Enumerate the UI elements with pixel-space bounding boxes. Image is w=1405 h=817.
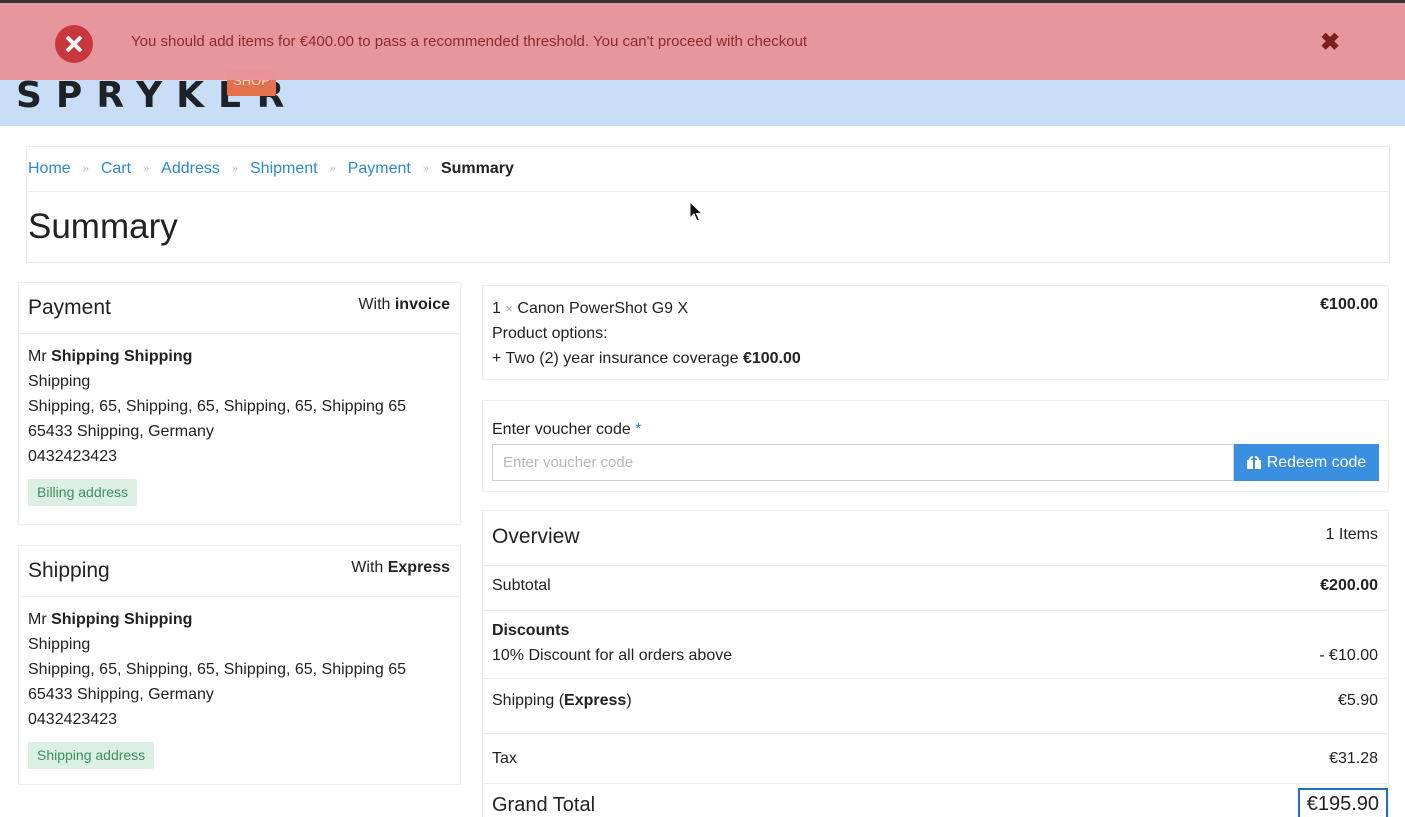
item-quantity: 1 (492, 300, 501, 317)
address-line: Shipping, 65, Shipping, 65, Shipping, 65… (28, 398, 407, 415)
tax-label: Tax (492, 750, 517, 767)
salutation: Mr (28, 348, 47, 365)
close-icon[interactable]: ✖ (1320, 28, 1340, 57)
voucher-input[interactable] (492, 444, 1234, 481)
page-title: Summary (28, 207, 178, 246)
payment-method: With invoice (358, 296, 450, 313)
grand-total-row: Grand Total €195.90 (483, 784, 1388, 817)
discounts-label: Discounts (492, 622, 570, 639)
payment-panel-header: Payment With invoice (19, 283, 460, 334)
product-option: + Two (2) year insurance coverage (492, 350, 739, 367)
payment-title: Payment (28, 296, 111, 319)
breadcrumb: Home » Cart » Address » Shipment » Payme… (27, 147, 1389, 192)
shipping-address-badge: Shipping address (28, 742, 155, 769)
breadcrumb-cart[interactable]: Cart (101, 160, 131, 178)
times-icon: × (505, 301, 513, 316)
voucher-label: Enter voucher code * (492, 421, 642, 438)
breadcrumb-separator: » (422, 163, 429, 175)
overview-header: Overview 1 Items (483, 511, 1388, 566)
shipping-method: With Express (351, 559, 450, 576)
payment-panel: Payment With invoice Mr Shipping Shippin… (18, 282, 461, 525)
redeem-code-label: Redeem code (1266, 453, 1367, 471)
item-name: Canon PowerShot G9 X (517, 300, 689, 317)
gift-icon (1246, 456, 1261, 469)
grand-total-label: Grand Total (492, 794, 596, 816)
shipping-address: Mr Shipping Shipping Shipping Shipping, … (28, 607, 406, 732)
breadcrumb-shipment[interactable]: Shipment (250, 160, 318, 178)
shipping-panel-header: Shipping With Express (19, 546, 460, 597)
product-options-label: Product options: (492, 325, 608, 342)
shipping-title: Shipping (28, 559, 110, 582)
threshold-error-alert: You should add items for €400.00 to pass… (0, 0, 1405, 80)
phone-number: 0432423423 (28, 448, 117, 465)
customer-name: Shipping Shipping (51, 611, 193, 628)
shipping-cost-value: €5.90 (1337, 692, 1378, 709)
subtotal-value: €200.00 (1320, 577, 1378, 594)
breadcrumb-separator: » (231, 163, 238, 175)
salutation: Mr (28, 611, 47, 628)
discount-name: 10% Discount for all orders above (492, 647, 733, 664)
error-circle-icon (55, 25, 93, 63)
breadcrumb-separator: » (82, 163, 89, 175)
breadcrumb-separator: » (143, 163, 150, 175)
phone-number: 0432423423 (28, 711, 117, 728)
shipping-panel: Shipping With Express Mr Shipping Shippi… (18, 545, 461, 785)
billing-address: Mr Shipping Shipping Shipping Shipping, … (28, 344, 406, 469)
subtotal-label: Subtotal (492, 577, 551, 594)
shipping-cost-row: Shipping (Express) €5.90 (483, 679, 1388, 734)
cart-item: 1 × Canon PowerShot G9 X Product options… (482, 285, 1389, 380)
subtotal-row: Subtotal €200.00 (483, 566, 1388, 611)
address-line: 65433 Shipping, Germany (28, 686, 214, 703)
breadcrumb-separator: » (329, 163, 336, 175)
grand-total-value: €195.90 (1297, 788, 1388, 817)
product-option-price: €100.00 (742, 350, 801, 367)
tax-row: Tax €31.28 (483, 734, 1388, 784)
alert-message: You should add items for €400.00 to pass… (131, 33, 808, 50)
required-mark: * (635, 421, 642, 438)
customer-name: Shipping Shipping (51, 348, 193, 365)
cart-item-details: 1 × Canon PowerShot G9 X Product options… (492, 296, 801, 371)
mouse-cursor-icon (689, 201, 703, 222)
item-price: €100.00 (1320, 296, 1378, 313)
order-overview: Overview 1 Items Subtotal €200.00 Discou… (482, 510, 1389, 817)
breadcrumb-address[interactable]: Address (161, 160, 220, 178)
overview-title: Overview (492, 525, 580, 548)
tax-value: €31.28 (1329, 750, 1378, 767)
address-line: Shipping, 65, Shipping, 65, Shipping, 65… (28, 661, 407, 678)
breadcrumb-current: Summary (440, 160, 514, 177)
shipping-cost-label: Shipping (Express) (492, 692, 632, 709)
breadcrumb-payment[interactable]: Payment (348, 160, 411, 178)
discounts-row: Discounts 10% Discount for all orders ab… (483, 611, 1388, 679)
redeem-code-button[interactable]: Redeem code (1234, 444, 1379, 481)
address-line: 65433 Shipping, Germany (28, 423, 214, 440)
address-line: Shipping (28, 636, 91, 653)
address-line: Shipping (28, 373, 91, 390)
billing-address-badge: Billing address (28, 479, 138, 506)
page-header-box: Home » Cart » Address » Shipment » Payme… (26, 146, 1390, 263)
discount-value: - €10.00 (1319, 647, 1378, 664)
voucher-form: Enter voucher code * Redeem code (482, 400, 1389, 492)
breadcrumb-home[interactable]: Home (28, 160, 71, 178)
items-count: 1 Items (1325, 526, 1378, 543)
